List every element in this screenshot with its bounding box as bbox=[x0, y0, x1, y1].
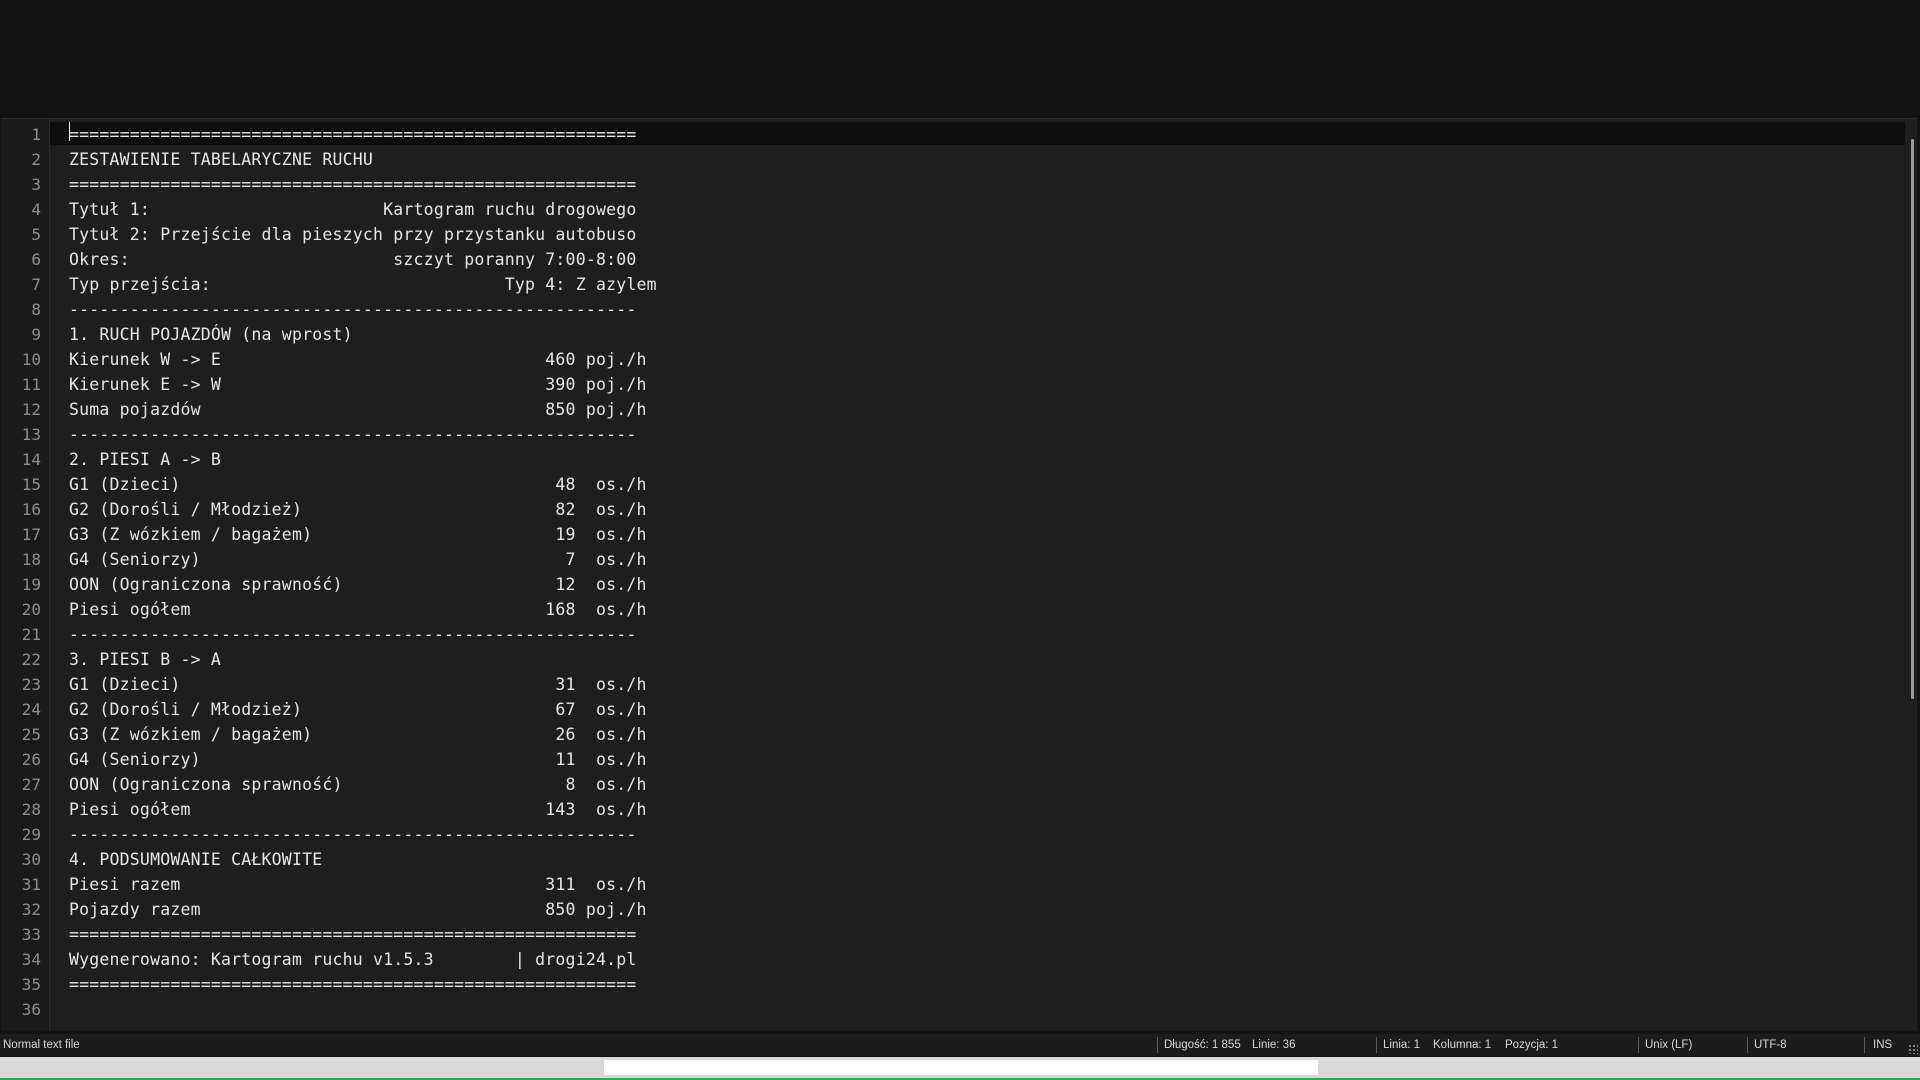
status-separator bbox=[1638, 1037, 1639, 1053]
line-number: 26 bbox=[21, 750, 41, 769]
horizontal-scrollbar-thumb[interactable] bbox=[604, 1060, 1318, 1075]
line-text[interactable]: ========================================… bbox=[69, 122, 637, 147]
line-number: 11 bbox=[21, 375, 41, 394]
line-text[interactable]: Typ przejścia: Typ 4: Z azylem bbox=[69, 272, 657, 297]
line-text[interactable]: Pojazdy razem 850 poj./h bbox=[69, 897, 647, 922]
text-editor[interactable]: 1 =======================================… bbox=[1, 118, 1917, 1031]
status-separator bbox=[1376, 1037, 1377, 1053]
status-column: Kolumna: 1 bbox=[1433, 1039, 1492, 1051]
line-number: 30 bbox=[21, 850, 41, 869]
line-number: 34 bbox=[21, 950, 41, 969]
line-text[interactable]: OON (Ograniczona sprawność) 12 os./h bbox=[69, 572, 647, 597]
line-text[interactable]: ----------------------------------------… bbox=[69, 422, 637, 447]
status-separator bbox=[1747, 1037, 1748, 1053]
toolbar-area bbox=[0, 0, 1920, 117]
status-separator bbox=[1864, 1037, 1865, 1053]
line-number: 6 bbox=[31, 250, 41, 269]
status-length: Długość: 1 855 bbox=[1164, 1039, 1241, 1051]
line-number: 4 bbox=[31, 200, 41, 219]
text-area[interactable]: 1 =======================================… bbox=[22, 119, 1905, 1031]
line-text[interactable]: Piesi razem 311 os./h bbox=[69, 872, 647, 897]
line-text[interactable]: G2 (Dorośli / Młodzież) 67 os./h bbox=[69, 697, 647, 722]
line-number: 36 bbox=[21, 1000, 41, 1019]
line-text[interactable]: ZESTAWIENIE TABELARYCZNE RUCHU bbox=[69, 147, 373, 172]
status-bar: Normal text file Długość: 1 855 Linie: 3… bbox=[0, 1034, 1920, 1056]
line-number: 14 bbox=[21, 450, 41, 469]
status-line-count: Linie: 36 bbox=[1252, 1039, 1296, 1051]
line-number: 18 bbox=[21, 550, 41, 569]
line-text[interactable]: 3. PIESI B -> A bbox=[69, 647, 221, 672]
line-number: 7 bbox=[31, 275, 41, 294]
line-number: 15 bbox=[21, 475, 41, 494]
line-text[interactable]: G3 (Z wózkiem / bagażem) 19 os./h bbox=[69, 522, 647, 547]
status-position: Pozycja: 1 bbox=[1505, 1039, 1559, 1051]
line-text[interactable]: ----------------------------------------… bbox=[69, 822, 637, 847]
line-number: 21 bbox=[21, 625, 41, 644]
status-encoding[interactable]: UTF-8 bbox=[1754, 1034, 1787, 1056]
line-text[interactable]: Piesi ogółem 143 os./h bbox=[69, 797, 647, 822]
line-text[interactable]: G1 (Dzieci) 31 os./h bbox=[69, 672, 647, 697]
line-text[interactable]: Okres: szczyt poranny 7:00-8:00 bbox=[69, 247, 637, 272]
line-number: 32 bbox=[21, 900, 41, 919]
line-text[interactable]: 2. PIESI A -> B bbox=[69, 447, 221, 472]
line-number: 25 bbox=[21, 725, 41, 744]
line-text[interactable]: G4 (Seniorzy) 7 os./h bbox=[69, 547, 647, 572]
editor-window: 1 =======================================… bbox=[0, 0, 1920, 1080]
vertical-scrollbar[interactable] bbox=[1905, 119, 1917, 1031]
line-text[interactable]: Kierunek E -> W 390 poj./h bbox=[69, 372, 647, 397]
line-text[interactable]: Kierunek W -> E 460 poj./h bbox=[69, 347, 647, 372]
line-number: 9 bbox=[31, 325, 41, 344]
line-text[interactable]: Tytuł 1: Kartogram ruchu drogowego bbox=[69, 197, 637, 222]
line-number: 33 bbox=[21, 925, 41, 944]
status-eol[interactable]: Unix (LF) bbox=[1645, 1034, 1692, 1056]
line-text[interactable]: G1 (Dzieci) 48 os./h bbox=[69, 472, 647, 497]
line-text[interactable]: G2 (Dorośli / Młodzież) 82 os./h bbox=[69, 497, 647, 522]
line-number: 1 bbox=[31, 125, 41, 144]
status-line: Linia: 1 bbox=[1383, 1039, 1421, 1051]
line-number: 19 bbox=[21, 575, 41, 594]
line-number: 8 bbox=[31, 300, 41, 319]
line-text[interactable]: 1. RUCH POJAZDÓW (na wprost) bbox=[69, 322, 353, 347]
resize-grip-icon[interactable] bbox=[1908, 1044, 1918, 1054]
line-text[interactable]: ========================================… bbox=[69, 922, 637, 947]
horizontal-scrollbar[interactable] bbox=[0, 1057, 1920, 1078]
line-number: 12 bbox=[21, 400, 41, 419]
line-text[interactable]: ----------------------------------------… bbox=[69, 622, 637, 647]
vertical-scrollbar-thumb[interactable] bbox=[1911, 139, 1914, 699]
line-number: 23 bbox=[21, 675, 41, 694]
line-number: 31 bbox=[21, 875, 41, 894]
line-number: 13 bbox=[21, 425, 41, 444]
text-caret bbox=[69, 122, 70, 141]
line-text[interactable]: Tytuł 2: Przejście dla pieszych przy prz… bbox=[69, 222, 637, 247]
line-text[interactable]: ----------------------------------------… bbox=[69, 297, 637, 322]
line-number: 29 bbox=[21, 825, 41, 844]
line-number: 17 bbox=[21, 525, 41, 544]
line-text[interactable]: ========================================… bbox=[69, 172, 637, 197]
line-number: 20 bbox=[21, 600, 41, 619]
line-number: 28 bbox=[21, 800, 41, 819]
line-text[interactable]: ========================================… bbox=[69, 972, 637, 997]
line-text[interactable]: Piesi ogółem 168 os./h bbox=[69, 597, 647, 622]
line-text[interactable]: Suma pojazdów 850 poj./h bbox=[69, 397, 647, 422]
status-separator bbox=[1157, 1037, 1158, 1053]
line-number: 24 bbox=[21, 700, 41, 719]
line-text[interactable]: Wygenerowano: Kartogram ruchu v1.5.3 | d… bbox=[69, 947, 637, 972]
line-number: 22 bbox=[21, 650, 41, 669]
line-text[interactable]: G3 (Z wózkiem / bagażem) 26 os./h bbox=[69, 722, 647, 747]
line-number: 27 bbox=[21, 775, 41, 794]
line-number: 16 bbox=[21, 500, 41, 519]
line-number: 2 bbox=[31, 150, 41, 169]
line-text[interactable]: 4. PODSUMOWANIE CAŁKOWITE bbox=[69, 847, 322, 872]
line-number: 35 bbox=[21, 975, 41, 994]
status-insert-mode[interactable]: INS bbox=[1873, 1034, 1892, 1056]
line-number: 5 bbox=[31, 225, 41, 244]
line-number: 10 bbox=[21, 350, 41, 369]
line-text[interactable]: G4 (Seniorzy) 11 os./h bbox=[69, 747, 647, 772]
line-number: 3 bbox=[31, 175, 41, 194]
status-file-type: Normal text file bbox=[3, 1039, 80, 1051]
line-text[interactable]: OON (Ograniczona sprawność) 8 os./h bbox=[69, 772, 647, 797]
